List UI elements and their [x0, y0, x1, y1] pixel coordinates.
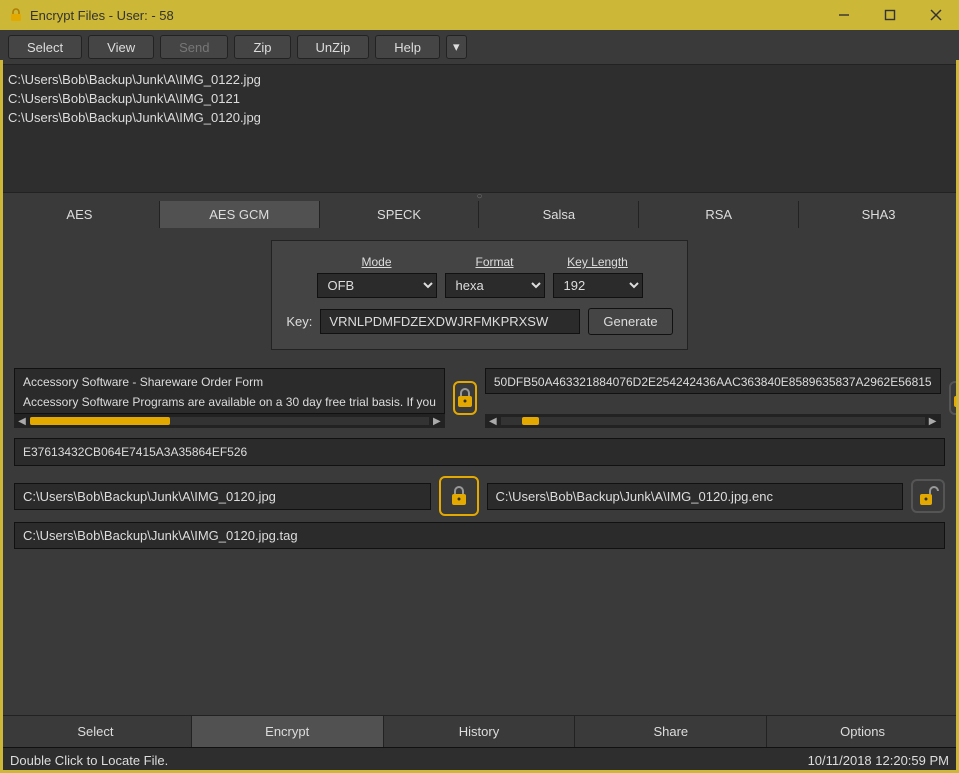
- plaintext-hscroll[interactable]: ◀ ▶: [14, 414, 445, 428]
- ciphertext-preview[interactable]: 50DFB50A463321884076D2E254242436AAC36384…: [485, 368, 941, 394]
- btab-encrypt[interactable]: Encrypt: [192, 716, 384, 747]
- tab-speck[interactable]: SPECK: [320, 201, 480, 228]
- btab-history[interactable]: History: [384, 716, 576, 747]
- hash-output[interactable]: E37613432CB064E7415A3A35864EF526: [14, 438, 945, 466]
- scroll-right-icon[interactable]: ▶: [927, 416, 939, 426]
- bottom-tabs: Select Encrypt History Share Options: [0, 715, 959, 747]
- status-timestamp: 10/11/2018 12:20:59 PM: [808, 753, 949, 768]
- key-label: Key:: [286, 314, 312, 329]
- output-file-path[interactable]: [487, 483, 904, 510]
- plaintext-preview[interactable]: Accessory Software - Shareware Order For…: [14, 368, 445, 414]
- file-list-item[interactable]: C:\Users\Bob\Backup\Junk\A\IMG_0120.jpg: [8, 109, 951, 128]
- splitter-handle[interactable]: ○: [0, 193, 959, 201]
- generate-button[interactable]: Generate: [588, 308, 672, 335]
- tab-rsa[interactable]: RSA: [639, 201, 799, 228]
- keylen-label: Key Length: [567, 255, 628, 269]
- btab-options[interactable]: Options: [767, 716, 959, 747]
- send-button[interactable]: Send: [160, 35, 228, 59]
- key-input[interactable]: [320, 309, 580, 334]
- btab-share[interactable]: Share: [575, 716, 767, 747]
- encrypt-text-button[interactable]: [453, 381, 477, 415]
- algorithm-tabs: AES AES GCM SPECK Salsa RSA SHA3: [0, 201, 959, 228]
- file-list-item[interactable]: C:\Users\Bob\Backup\Junk\A\IMG_0122.jpg: [8, 71, 951, 90]
- toolbar-more-button[interactable]: ▾: [446, 35, 467, 59]
- tag-file-path[interactable]: [14, 522, 945, 549]
- scroll-left-icon[interactable]: ◀: [487, 416, 499, 426]
- mode-label: Mode: [361, 255, 391, 269]
- format-label: Format: [475, 255, 513, 269]
- tab-salsa[interactable]: Salsa: [479, 201, 639, 228]
- view-button[interactable]: View: [88, 35, 154, 59]
- help-button[interactable]: Help: [375, 35, 440, 59]
- window-title: Encrypt Files - User: - 58: [30, 8, 174, 23]
- minimize-button[interactable]: [821, 0, 867, 30]
- unzip-button[interactable]: UnZip: [297, 35, 370, 59]
- zip-button[interactable]: Zip: [234, 35, 290, 59]
- app-lock-icon: [8, 7, 24, 23]
- tab-aes-gcm[interactable]: AES GCM: [160, 201, 320, 228]
- tab-sha3[interactable]: SHA3: [799, 201, 959, 228]
- parameter-box: Mode OFB Format hexa Key Length 192 Key:: [271, 240, 687, 350]
- mode-select[interactable]: OFB: [317, 273, 437, 298]
- scroll-left-icon[interactable]: ◀: [16, 416, 28, 426]
- select-button[interactable]: Select: [8, 35, 82, 59]
- keylen-select[interactable]: 192: [553, 273, 643, 298]
- main-toolbar: Select View Send Zip UnZip Help ▾: [0, 30, 959, 65]
- btab-select[interactable]: Select: [0, 716, 192, 747]
- scroll-right-icon[interactable]: ▶: [431, 416, 443, 426]
- close-button[interactable]: [913, 0, 959, 30]
- titlebar: Encrypt Files - User: - 58: [0, 0, 959, 30]
- format-select[interactable]: hexa: [445, 273, 545, 298]
- encrypt-file-button[interactable]: [439, 476, 479, 516]
- input-file-path[interactable]: [14, 483, 431, 510]
- file-list-item[interactable]: C:\Users\Bob\Backup\Junk\A\IMG_0121: [8, 90, 951, 109]
- ciphertext-hscroll[interactable]: ◀ ▶: [485, 414, 941, 428]
- file-list[interactable]: C:\Users\Bob\Backup\Junk\A\IMG_0122.jpg …: [0, 65, 959, 193]
- tab-body: Mode OFB Format hexa Key Length 192 Key:: [0, 228, 959, 557]
- maximize-button[interactable]: [867, 0, 913, 30]
- status-hint: Double Click to Locate File.: [10, 753, 168, 768]
- decrypt-file-button[interactable]: [911, 479, 945, 513]
- tab-aes[interactable]: AES: [0, 201, 160, 228]
